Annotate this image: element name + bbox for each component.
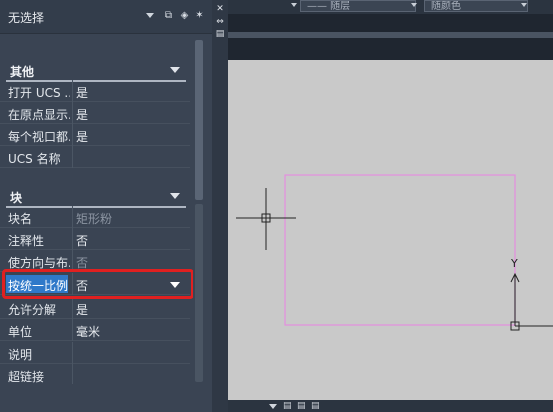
property-row[interactable]: UCS 名称 <box>0 146 190 168</box>
property-name: 超链接 <box>8 370 45 384</box>
property-name: 每个视口都... <box>8 130 70 144</box>
palette-side-strip: ✕ ⇔ ▤ <box>212 0 228 412</box>
selection-bar: 无选择 ⧉ ◈ ✶ <box>0 0 212 34</box>
toggle-pickadd-icon[interactable]: ✶ <box>193 9 206 22</box>
property-name: 单位 <box>8 325 33 339</box>
collapse-caret-icon[interactable] <box>170 193 180 199</box>
chevron-down-icon[interactable] <box>521 3 527 7</box>
property-row[interactable]: 打开 UCS ... 是 <box>0 80 190 102</box>
property-value[interactable]: 毫米 <box>76 323 100 340</box>
property-value[interactable]: 是 <box>76 106 88 123</box>
selection-dropdown[interactable]: 无选择 <box>8 9 44 26</box>
canvas-graphics: Y <box>236 174 553 331</box>
property-value[interactable]: 否 <box>76 232 88 249</box>
property-row[interactable]: 每个视口都... 是 <box>0 124 190 146</box>
collapse-caret-icon[interactable] <box>170 67 180 73</box>
annotation-highlight-box <box>2 269 194 299</box>
property-row[interactable]: 允许分解 是 <box>0 297 190 319</box>
file-tab-bar <box>228 14 553 60</box>
property-row[interactable]: 超链接 <box>0 364 190 386</box>
block-rectangle[interactable] <box>284 174 516 326</box>
autohide-icon[interactable]: ⇔ <box>214 17 226 27</box>
property-name: 说明 <box>8 348 33 362</box>
layout-icon[interactable]: ▤ <box>283 401 293 411</box>
properties-menu-icon[interactable]: ▤ <box>214 29 226 39</box>
drawing-canvas[interactable]: Y <box>228 60 553 400</box>
scrollbar-lower <box>195 204 203 382</box>
chevron-down-icon[interactable] <box>411 3 417 7</box>
property-row[interactable]: 注释性 否 <box>0 228 190 250</box>
property-name: 打开 UCS ... <box>8 86 70 100</box>
chevron-down-icon[interactable] <box>291 3 297 7</box>
section-title: 块 <box>10 191 23 205</box>
property-row[interactable]: 说明 <box>0 342 190 364</box>
property-name: 在原点显示... <box>8 108 70 122</box>
ucs-y-label: Y <box>510 257 518 270</box>
property-value: 矩形粉 <box>76 212 113 226</box>
close-icon[interactable]: ✕ <box>214 4 226 14</box>
property-name: UCS 名称 <box>8 152 61 166</box>
quick-select-icon[interactable]: ⧉ <box>162 9 175 22</box>
scrollbar-thumb[interactable] <box>195 40 203 200</box>
linetype-dropdown[interactable]: —— 随层 <box>300 0 416 12</box>
property-name: 块名 <box>8 212 33 226</box>
layout-icon[interactable]: ▤ <box>297 401 307 411</box>
property-value[interactable]: 是 <box>76 128 88 145</box>
section-other[interactable]: 其他 <box>0 58 190 82</box>
properties-palette: 无选择 ⧉ ◈ ✶ 其他 打开 UCS ... 是 在原点显示... 是 每个视… <box>0 0 212 412</box>
layout-icon[interactable]: ▤ <box>311 401 321 411</box>
property-row[interactable]: 块名 矩形粉 <box>0 206 190 228</box>
property-name: 允许分解 <box>8 303 57 317</box>
property-name: 注释性 <box>8 234 45 248</box>
property-value[interactable]: 是 <box>76 84 88 101</box>
property-value[interactable]: 是 <box>76 301 88 318</box>
chevron-down-icon[interactable] <box>269 404 277 409</box>
color-dropdown[interactable]: 随颜色 <box>424 0 528 12</box>
property-row[interactable]: 在原点显示... 是 <box>0 102 190 124</box>
chevron-down-icon[interactable] <box>146 13 154 18</box>
drawing-toolbar: —— 随层 随颜色 <box>228 0 553 14</box>
property-row[interactable]: 单位 毫米 <box>0 319 190 341</box>
section-title: 其他 <box>10 65 35 79</box>
section-block[interactable]: 块 <box>0 184 190 208</box>
select-objects-icon[interactable]: ◈ <box>178 9 191 22</box>
